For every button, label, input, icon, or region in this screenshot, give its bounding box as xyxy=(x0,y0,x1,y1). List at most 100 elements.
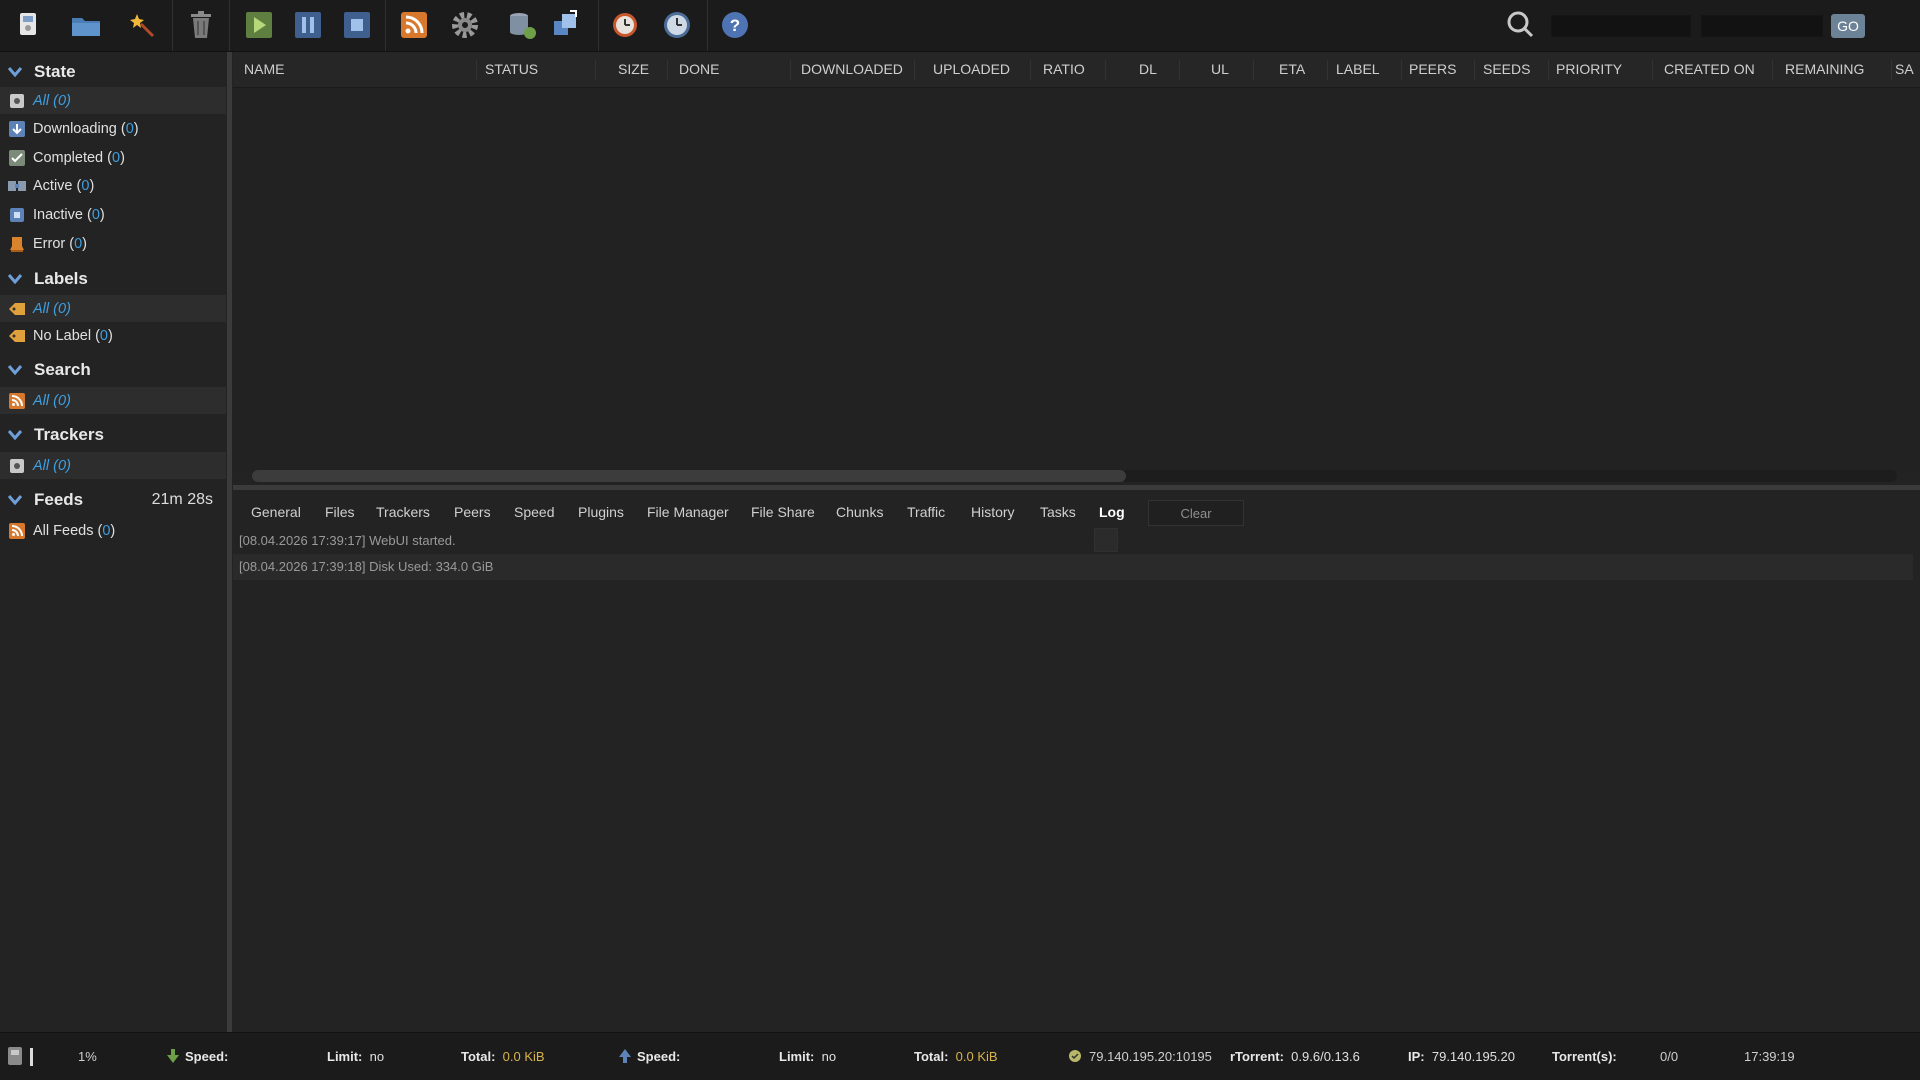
column-header-status[interactable]: STATUS xyxy=(485,52,595,87)
search-engine-select[interactable] xyxy=(1701,15,1823,37)
tab-traffic[interactable]: Traffic xyxy=(907,504,945,524)
clear-log-button[interactable]: Clear xyxy=(1148,500,1244,526)
upload-limit-value[interactable]: no xyxy=(822,1049,836,1064)
feeds-category-header[interactable]: Feeds 21m 28s xyxy=(0,486,226,514)
state-title: State xyxy=(34,62,76,81)
column-header-label[interactable]: LABEL xyxy=(1336,52,1396,87)
column-header-uploaded[interactable]: UPLOADED xyxy=(933,52,1023,87)
database-icon[interactable] xyxy=(502,5,542,45)
state-category-header[interactable]: State xyxy=(0,58,226,86)
trash-icon[interactable] xyxy=(181,5,221,45)
stop-icon[interactable] xyxy=(337,5,377,45)
details-splitter[interactable] xyxy=(233,485,1920,490)
feeds-item-all-feeds-count: 0 xyxy=(102,522,111,539)
log-panel: [08.04.2026 17:39:17] WebUI started. [08… xyxy=(233,528,1920,1028)
download-limit-value[interactable]: no xyxy=(370,1049,384,1064)
torrent-list[interactable] xyxy=(233,88,1920,473)
state-item-downloading-count: 0 xyxy=(125,120,134,137)
add-torrent-icon[interactable] xyxy=(8,5,48,45)
state-item-active-count: 0 xyxy=(81,177,90,194)
column-header-priority[interactable]: PRIORITY xyxy=(1556,52,1651,87)
state-item-completed[interactable]: Completed (0) xyxy=(0,144,226,171)
column-header-done[interactable]: DONE xyxy=(679,52,779,87)
go-button[interactable]: GO xyxy=(1831,14,1865,38)
labels-item-no-label[interactable]: No Label (0) xyxy=(0,322,226,349)
column-header-created-on[interactable]: CREATED ON xyxy=(1664,52,1764,87)
clock-icon[interactable] xyxy=(657,5,697,45)
tab-files[interactable]: Files xyxy=(325,504,355,524)
column-header-name[interactable]: NAME xyxy=(244,52,474,87)
state-item-all-label: All xyxy=(33,92,50,109)
error-icon xyxy=(8,235,26,253)
state-item-inactive-count: 0 xyxy=(91,206,100,223)
state-item-error-label: Error xyxy=(33,235,66,252)
folder-icon[interactable] xyxy=(66,5,106,45)
svg-text:?: ? xyxy=(730,16,740,35)
scheduler-icon[interactable] xyxy=(605,5,645,45)
transfer-icon[interactable] xyxy=(546,5,586,45)
state-item-all-count: 0 xyxy=(57,92,67,109)
tab-tasks[interactable]: Tasks xyxy=(1040,504,1076,524)
rss-icon[interactable] xyxy=(394,5,434,45)
download-total-label: Total: xyxy=(461,1049,496,1064)
search-item-all[interactable]: All (0) xyxy=(0,387,226,414)
search-icon[interactable] xyxy=(1505,9,1537,45)
tab-general[interactable]: General xyxy=(251,504,301,524)
horizontal-scrollbar-thumb[interactable] xyxy=(252,470,1126,482)
state-item-active[interactable]: Active (0) xyxy=(0,172,226,199)
column-header-dl[interactable]: DL xyxy=(1139,52,1179,87)
tab-file-share[interactable]: File Share xyxy=(751,504,815,524)
search-category-header[interactable]: Search xyxy=(0,356,226,384)
trackers-item-all[interactable]: All (0) xyxy=(0,452,226,479)
gear-icon[interactable] xyxy=(445,5,485,45)
column-header-remaining[interactable]: REMAINING xyxy=(1785,52,1885,87)
completed-icon xyxy=(8,149,26,167)
labels-category-header[interactable]: Labels xyxy=(0,265,226,293)
magic-wand-icon[interactable] xyxy=(122,5,162,45)
labels-item-no-label-count: 0 xyxy=(99,327,108,344)
status-bar: 1% Speed: Limit: no Total: 0.0 KiB Speed… xyxy=(0,1032,1920,1080)
all-icon xyxy=(8,92,26,110)
column-header-downloaded[interactable]: DOWNLOADED xyxy=(801,52,911,87)
tab-log[interactable]: Log xyxy=(1099,504,1125,524)
details-tabs: General Files Trackers Peers Speed Plugi… xyxy=(233,496,1920,530)
feeds-item-all-feeds-label: All Feeds xyxy=(33,522,94,539)
play-icon[interactable] xyxy=(239,5,279,45)
state-item-completed-count: 0 xyxy=(111,149,121,166)
state-item-error[interactable]: Error (0) xyxy=(0,230,226,257)
tab-chunks[interactable]: Chunks xyxy=(836,504,883,524)
state-item-downloading-label: Downloading xyxy=(33,120,117,137)
search-input[interactable] xyxy=(1551,15,1691,37)
tab-history[interactable]: History xyxy=(971,504,1015,524)
ip-value: 79.140.195.20 xyxy=(1431,1049,1515,1064)
state-item-inactive[interactable]: Inactive (0) xyxy=(0,201,226,228)
tab-peers[interactable]: Peers xyxy=(454,504,491,524)
column-header-eta[interactable]: ETA xyxy=(1279,52,1319,87)
port-status-icon xyxy=(1067,1048,1083,1066)
search-item-all-count: 0 xyxy=(57,392,67,409)
tab-plugins[interactable]: Plugins xyxy=(578,504,624,524)
column-header-peers[interactable]: PEERS xyxy=(1409,52,1469,87)
state-item-all[interactable]: All (0) xyxy=(0,87,226,114)
chevron-down-icon xyxy=(7,67,23,78)
labels-item-all[interactable]: All (0) xyxy=(0,295,226,322)
column-header-ul[interactable]: UL xyxy=(1211,52,1251,87)
help-icon[interactable]: ? xyxy=(715,5,755,45)
tab-trackers[interactable]: Trackers xyxy=(376,504,430,524)
rtorrent-version: 0.9.6/0.13.6 xyxy=(1291,1049,1360,1064)
state-item-downloading[interactable]: Downloading (0) xyxy=(0,115,226,142)
column-header-ratio[interactable]: RATIO xyxy=(1043,52,1123,87)
pause-icon[interactable] xyxy=(288,5,328,45)
column-header-size[interactable]: SIZE xyxy=(618,52,658,87)
torrents-label: Torrent(s): xyxy=(1552,1049,1617,1064)
label-icon xyxy=(8,327,26,345)
tab-file-manager[interactable]: File Manager xyxy=(647,504,729,524)
column-header-save-path[interactable]: SA xyxy=(1895,52,1920,87)
chevron-down-icon xyxy=(7,495,23,506)
feeds-item-all-feeds[interactable]: All Feeds (0) xyxy=(0,517,226,544)
trackers-category-header[interactable]: Trackers xyxy=(0,421,226,449)
sidebar-splitter[interactable] xyxy=(227,52,232,1032)
column-header-seeds[interactable]: SEEDS xyxy=(1483,52,1543,87)
labels-item-no-label-label: No Label xyxy=(33,327,92,344)
tab-speed[interactable]: Speed xyxy=(514,504,554,524)
